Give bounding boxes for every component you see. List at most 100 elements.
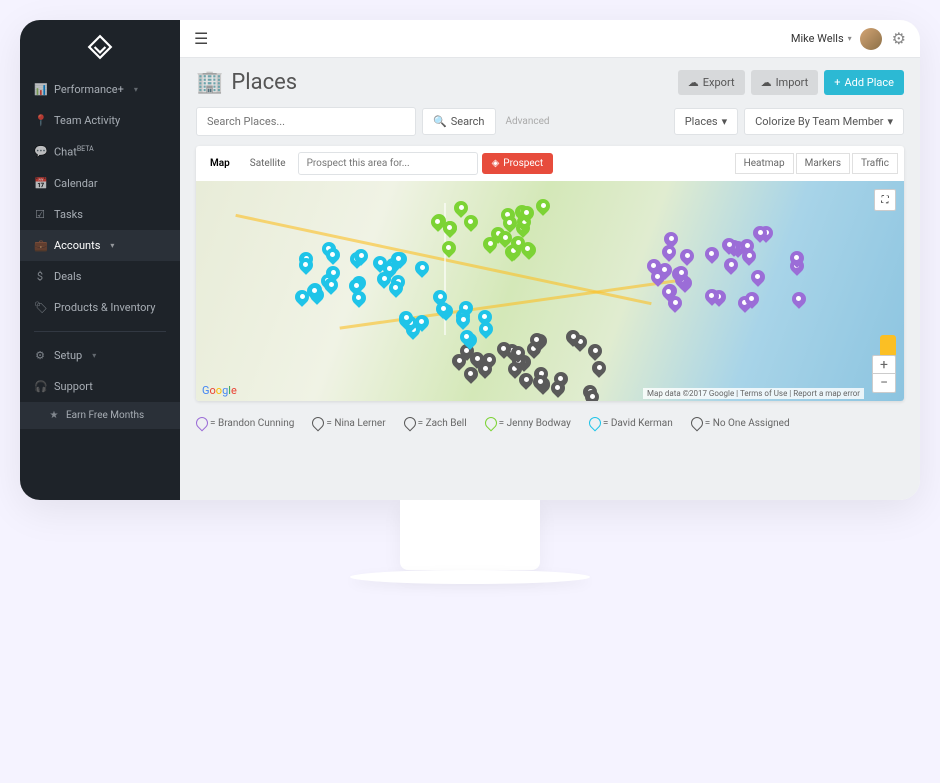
- map-pin[interactable]: [456, 313, 470, 331]
- heatmap-toggle[interactable]: Heatmap: [735, 153, 794, 174]
- map-pin[interactable]: [326, 248, 340, 266]
- sidebar-item-performance-[interactable]: 📊Performance+▾: [20, 74, 180, 105]
- map-pin[interactable]: [722, 238, 736, 256]
- pegman-icon[interactable]: [880, 335, 896, 357]
- search-input[interactable]: [196, 107, 416, 136]
- nav-icon: 💼: [34, 239, 46, 252]
- nav-label: Tasks: [54, 208, 83, 221]
- zoom-out-button[interactable]: −: [873, 374, 895, 392]
- map-pin[interactable]: [536, 199, 550, 217]
- map-pin[interactable]: [464, 215, 478, 233]
- chevron-down-icon: ▾: [92, 351, 96, 360]
- map-pin[interactable]: [479, 322, 493, 340]
- map-attribution[interactable]: Map data ©2017 Google | Terms of Use | R…: [643, 388, 864, 399]
- map-pin[interactable]: [753, 226, 767, 244]
- sidebar-item-accounts[interactable]: 💼Accounts▾: [20, 230, 180, 261]
- fullscreen-button[interactable]: ⛶: [874, 189, 896, 211]
- avatar[interactable]: [860, 28, 882, 50]
- sidebar-item-setup[interactable]: ⚙Setup▾: [20, 340, 180, 371]
- map-pin[interactable]: [651, 270, 665, 288]
- map-pin[interactable]: [592, 361, 606, 379]
- map-pin[interactable]: [674, 266, 688, 284]
- markers-toggle[interactable]: Markers: [796, 153, 850, 174]
- map-pin[interactable]: [511, 236, 525, 254]
- map-pin[interactable]: [585, 390, 599, 401]
- satellite-tab[interactable]: Satellite: [242, 154, 294, 173]
- map-pin[interactable]: [460, 330, 474, 348]
- nav-label: Calendar: [54, 177, 98, 190]
- map-pin[interactable]: [520, 206, 534, 224]
- sidebar-item-support[interactable]: 🎧Support: [20, 371, 180, 402]
- map-pin[interactable]: [511, 346, 525, 364]
- places-filter-dropdown[interactable]: Places▾: [674, 108, 738, 135]
- sidebar-earn-free-months[interactable]: ★ Earn Free Months: [20, 402, 180, 429]
- advanced-link[interactable]: Advanced: [506, 116, 550, 127]
- sidebar-item-team-activity[interactable]: 📍Team Activity: [20, 105, 180, 136]
- map-pin[interactable]: [530, 333, 544, 351]
- prospect-button[interactable]: ◈Prospect: [482, 153, 554, 174]
- user-name[interactable]: Mike Wells: [791, 32, 844, 45]
- zoom-control: + −: [872, 355, 896, 393]
- hamburger-icon[interactable]: ☰: [194, 29, 208, 48]
- map-canvas[interactable]: ⛶ + − Google Map data ©2017 Google | Ter…: [196, 181, 904, 401]
- legend-item: = Zach Bell: [404, 417, 467, 429]
- nav-label: Accounts: [54, 239, 100, 252]
- map-pin[interactable]: [705, 247, 719, 265]
- chevron-down-icon: ▾: [134, 85, 138, 94]
- map-pin[interactable]: [399, 311, 413, 329]
- map-pin[interactable]: [436, 302, 450, 320]
- add-place-button[interactable]: +Add Place: [824, 70, 904, 95]
- map-pin[interactable]: [326, 266, 340, 284]
- map-pin[interactable]: [443, 221, 457, 239]
- map-pin[interactable]: [792, 292, 806, 310]
- map-panel: Map Satellite ◈Prospect Heatmap Markers …: [196, 146, 904, 401]
- prospect-input[interactable]: [298, 152, 478, 175]
- map-tab[interactable]: Map: [202, 154, 238, 173]
- map-pin[interactable]: [705, 289, 719, 307]
- map-pin[interactable]: [519, 373, 533, 391]
- map-pin[interactable]: [533, 375, 547, 393]
- map-pin[interactable]: [354, 249, 368, 267]
- traffic-toggle[interactable]: Traffic: [852, 153, 898, 174]
- import-button[interactable]: ☁Import: [751, 70, 819, 95]
- map-pin[interactable]: [724, 258, 738, 276]
- star-icon: ★: [48, 410, 60, 421]
- map-pin[interactable]: [790, 251, 804, 269]
- colorize-dropdown[interactable]: Colorize By Team Member▾: [744, 108, 904, 135]
- map-pin[interactable]: [745, 292, 759, 310]
- map-pin[interactable]: [680, 249, 694, 267]
- nav-label: Products & Inventory: [54, 301, 155, 314]
- map-pin[interactable]: [442, 241, 456, 259]
- sidebar-item-products-inventory[interactable]: 🏷Products & Inventory: [20, 292, 180, 323]
- sidebar-item-chat[interactable]: 💬ChatBETA: [20, 136, 180, 168]
- google-logo: Google: [202, 384, 237, 397]
- nav-label: Performance+: [54, 83, 124, 96]
- sidebar-item-tasks[interactable]: ☑Tasks: [20, 199, 180, 230]
- sidebar-item-deals[interactable]: $Deals: [20, 261, 180, 292]
- sidebar-item-calendar[interactable]: 📅Calendar: [20, 168, 180, 199]
- page-title: 🏢 Places: [196, 70, 297, 95]
- nav-icon: 📍: [34, 114, 46, 127]
- map-pin[interactable]: [751, 270, 765, 288]
- map-pin[interactable]: [464, 367, 478, 385]
- logo[interactable]: [20, 20, 180, 74]
- search-button[interactable]: 🔍Search: [422, 108, 496, 135]
- map-controls: Map Satellite ◈Prospect Heatmap Markers …: [196, 146, 904, 181]
- map-pin[interactable]: [415, 261, 429, 279]
- map-pin[interactable]: [483, 237, 497, 255]
- gear-icon[interactable]: ⚙: [892, 29, 906, 48]
- map-pin[interactable]: [307, 284, 321, 302]
- legend-item: = David Kerman: [589, 417, 673, 429]
- map-pin[interactable]: [664, 232, 678, 250]
- map-pin[interactable]: [497, 342, 511, 360]
- map-pin[interactable]: [352, 291, 366, 309]
- map-pin[interactable]: [551, 381, 565, 399]
- map-pin[interactable]: [299, 258, 313, 276]
- zoom-in-button[interactable]: +: [873, 356, 895, 374]
- nav-icon: 💬: [34, 145, 46, 158]
- map-pin[interactable]: [566, 330, 580, 348]
- sidebar: 📊Performance+▾📍Team Activity💬ChatBETA📅Ca…: [20, 20, 180, 500]
- map-pin[interactable]: [662, 285, 676, 303]
- export-button[interactable]: ☁Export: [678, 70, 745, 95]
- map-pin[interactable]: [377, 272, 391, 290]
